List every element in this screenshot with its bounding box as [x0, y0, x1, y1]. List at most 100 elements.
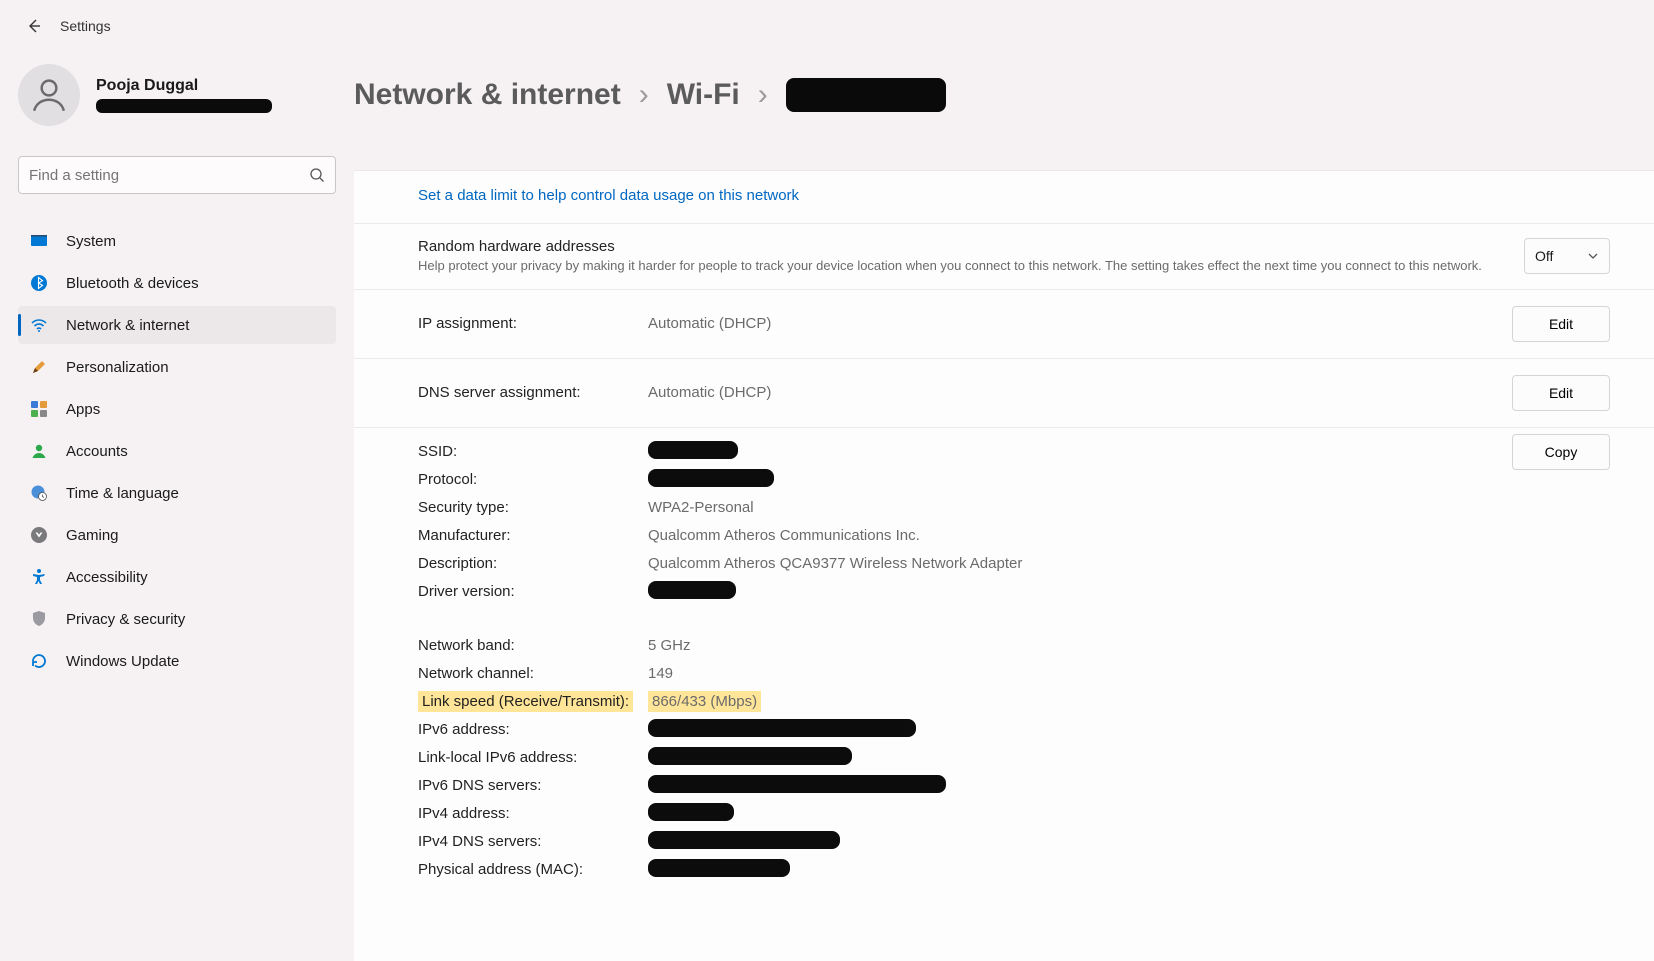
- sidebar-item-personalization[interactable]: Personalization: [18, 348, 336, 386]
- sidebar-item-bluetooth[interactable]: Bluetooth & devices: [18, 264, 336, 302]
- ip-assignment-label: IP assignment:: [418, 315, 648, 332]
- sidebar-item-system[interactable]: System: [18, 222, 336, 260]
- manufacturer-label: Manufacturer:: [418, 527, 648, 544]
- ipv6-label: IPv6 address:: [418, 721, 648, 738]
- sidebar-item-time[interactable]: Time & language: [18, 474, 336, 512]
- back-button[interactable]: [18, 10, 50, 42]
- sidebar-nav: System Bluetooth & devices Network & int…: [18, 222, 336, 680]
- sidebar-item-accounts[interactable]: Accounts: [18, 432, 336, 470]
- driver-label: Driver version:: [418, 583, 648, 600]
- user-email-redacted: [96, 99, 272, 113]
- ssid-value-redacted: [648, 441, 738, 459]
- random-hw-desc: Help protect your privacy by making it h…: [418, 257, 1500, 275]
- protocol-label: Protocol:: [418, 471, 648, 488]
- sidebar-item-label: Personalization: [66, 359, 169, 376]
- random-hw-dropdown[interactable]: Off: [1524, 238, 1610, 274]
- random-hw-section: Random hardware addresses Help protect y…: [354, 223, 1654, 289]
- sidebar-item-label: Gaming: [66, 527, 119, 544]
- chevron-right-icon: ›: [639, 78, 649, 112]
- system-icon: [30, 232, 48, 250]
- search-icon: [309, 167, 325, 183]
- ipv4-dns-label: IPv4 DNS servers:: [418, 833, 648, 850]
- shield-icon: [30, 610, 48, 628]
- link-local-ipv6-value-redacted: [648, 747, 852, 765]
- sidebar: Pooja Duggal System Bluetooth & devices: [0, 52, 354, 961]
- user-avatar-icon: [28, 74, 70, 116]
- sidebar-item-label: System: [66, 233, 116, 250]
- sidebar-item-network[interactable]: Network & internet: [18, 306, 336, 344]
- protocol-value-redacted: [648, 469, 774, 487]
- wifi-icon: [30, 316, 48, 334]
- link-speed-value: 866/433 (Mbps): [648, 691, 761, 712]
- avatar: [18, 64, 80, 126]
- brush-icon: [30, 358, 48, 376]
- manufacturer-value: Qualcomm Atheros Communications Inc.: [648, 527, 920, 544]
- ssid-label: SSID:: [418, 443, 648, 460]
- dns-assignment-label: DNS server assignment:: [418, 384, 648, 401]
- main-panel: Network & internet › Wi-Fi › Set a data …: [354, 52, 1654, 961]
- channel-value: 149: [648, 665, 673, 682]
- link-local-ipv6-label: Link-local IPv6 address:: [418, 749, 648, 766]
- driver-value-redacted: [648, 581, 736, 599]
- sidebar-item-label: Accounts: [66, 443, 128, 460]
- description-value: Qualcomm Atheros QCA9377 Wireless Networ…: [648, 555, 1022, 572]
- breadcrumb: Network & internet › Wi-Fi ›: [354, 78, 1654, 112]
- globe-clock-icon: [30, 484, 48, 502]
- data-limit-link[interactable]: Set a data limit to help control data us…: [418, 187, 799, 204]
- link-speed-label: Link speed (Receive/Transmit):: [418, 691, 633, 712]
- sidebar-item-apps[interactable]: Apps: [18, 390, 336, 428]
- random-hw-title: Random hardware addresses: [418, 238, 1500, 255]
- sidebar-item-label: Accessibility: [66, 569, 148, 586]
- sidebar-item-label: Apps: [66, 401, 100, 418]
- ipv4-value-redacted: [648, 803, 734, 821]
- sidebar-item-accessibility[interactable]: Accessibility: [18, 558, 336, 596]
- dns-assignment-edit-button[interactable]: Edit: [1512, 375, 1610, 411]
- ipv6-dns-label: IPv6 DNS servers:: [418, 777, 648, 794]
- sidebar-item-update[interactable]: Windows Update: [18, 642, 336, 680]
- breadcrumb-network[interactable]: Network & internet: [354, 78, 621, 112]
- ipv4-dns-value-redacted: [648, 831, 840, 849]
- gaming-icon: [30, 526, 48, 544]
- sidebar-item-gaming[interactable]: Gaming: [18, 516, 336, 554]
- ipv6-dns-value-redacted: [648, 775, 946, 793]
- back-arrow-icon: [26, 18, 42, 34]
- sidebar-item-label: Time & language: [66, 485, 179, 502]
- sidebar-item-privacy[interactable]: Privacy & security: [18, 600, 336, 638]
- breadcrumb-network-name-redacted: [786, 78, 946, 112]
- content-area: Set a data limit to help control data us…: [354, 170, 1654, 961]
- wifi-properties: SSID: Copy Protocol: Security type: WPA2…: [354, 428, 1654, 904]
- user-profile[interactable]: Pooja Duggal: [18, 64, 336, 126]
- title-bar: Settings: [0, 0, 1654, 52]
- accessibility-icon: [30, 568, 48, 586]
- chevron-right-icon: ›: [758, 78, 768, 112]
- bluetooth-icon: [30, 274, 48, 292]
- channel-label: Network channel:: [418, 665, 648, 682]
- apps-icon: [30, 400, 48, 418]
- app-title: Settings: [60, 18, 111, 34]
- search-input[interactable]: [29, 167, 309, 184]
- random-hw-value: Off: [1535, 248, 1553, 264]
- band-label: Network band:: [418, 637, 648, 654]
- copy-button[interactable]: Copy: [1512, 434, 1610, 470]
- ipv6-value-redacted: [648, 719, 916, 737]
- sidebar-item-label: Privacy & security: [66, 611, 185, 628]
- search-box[interactable]: [18, 156, 336, 194]
- ipv4-label: IPv4 address:: [418, 805, 648, 822]
- mac-value-redacted: [648, 859, 790, 877]
- security-label: Security type:: [418, 499, 648, 516]
- update-icon: [30, 652, 48, 670]
- accounts-icon: [30, 442, 48, 460]
- security-value: WPA2-Personal: [648, 499, 754, 516]
- breadcrumb-wifi[interactable]: Wi-Fi: [667, 78, 740, 112]
- chevron-down-icon: [1587, 250, 1599, 262]
- band-value: 5 GHz: [648, 637, 691, 654]
- ip-assignment-edit-button[interactable]: Edit: [1512, 306, 1610, 342]
- user-name: Pooja Duggal: [96, 77, 272, 95]
- description-label: Description:: [418, 555, 648, 572]
- dns-assignment-value: Automatic (DHCP): [648, 384, 771, 401]
- ip-assignment-value: Automatic (DHCP): [648, 315, 771, 332]
- mac-label: Physical address (MAC):: [418, 861, 648, 878]
- page-header: Network & internet › Wi-Fi ›: [354, 52, 1654, 170]
- sidebar-item-label: Network & internet: [66, 317, 189, 334]
- sidebar-item-label: Bluetooth & devices: [66, 275, 199, 292]
